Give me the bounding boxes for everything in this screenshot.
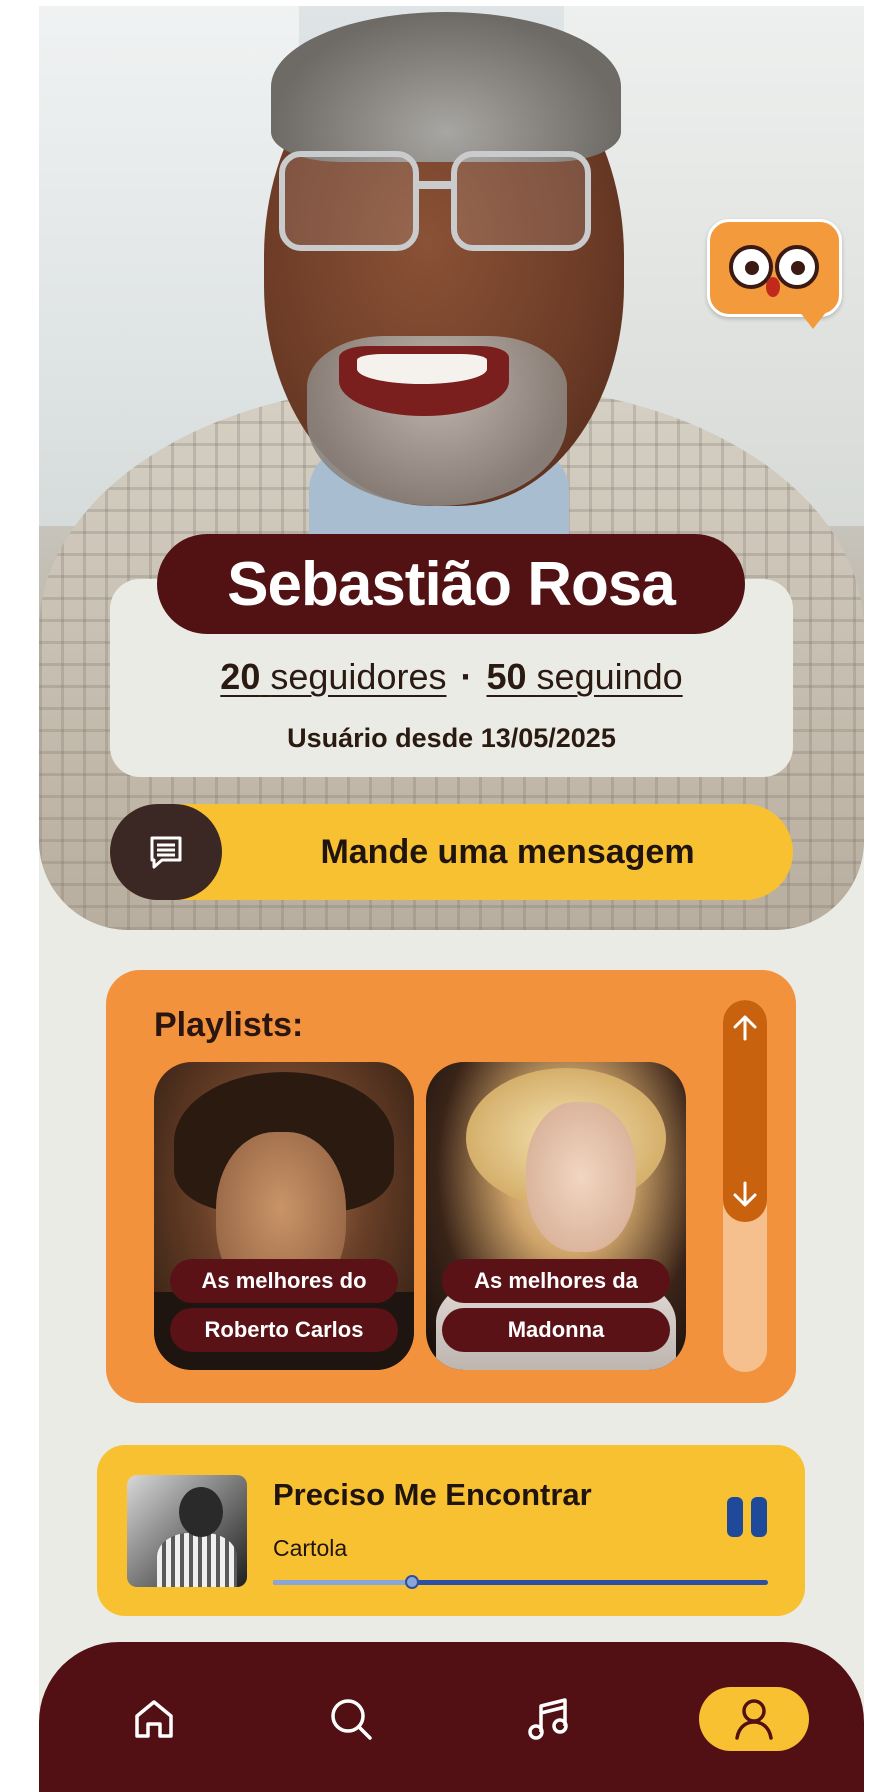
- progress-handle[interactable]: [404, 1575, 419, 1589]
- playlist-label-line2: Roberto Carlos: [170, 1308, 398, 1352]
- member-since: Usuário desde 13/05/2025: [287, 723, 616, 753]
- playlists-scrollbar[interactable]: [723, 1000, 767, 1372]
- playlist-label-line1: As melhores da: [442, 1259, 670, 1303]
- following-link[interactable]: 50 seguindo: [486, 656, 682, 697]
- nav-search[interactable]: [296, 1687, 406, 1751]
- nav-profile[interactable]: [699, 1687, 809, 1751]
- arrow-down-icon[interactable]: [723, 1172, 767, 1216]
- send-message-label[interactable]: Mande uma mensagem: [222, 804, 793, 900]
- playlist-card[interactable]: As melhores do Roberto Carlos: [154, 1062, 414, 1370]
- stats-separator: ·: [460, 656, 473, 697]
- search-icon: [331, 1699, 372, 1740]
- progress-fill: [273, 1580, 412, 1585]
- playlists-title: Playlists:: [154, 1006, 304, 1044]
- track-title: Preciso Me Encontrar: [273, 1477, 592, 1512]
- pause-icon[interactable]: [727, 1497, 767, 1537]
- profile-icon: [735, 1699, 773, 1740]
- followers-count: 20: [220, 656, 261, 697]
- playlist-label-line2: Madonna: [442, 1308, 670, 1352]
- nav-home[interactable]: [99, 1687, 209, 1751]
- follow-stats: 20 seguidores · 50 seguindo: [110, 656, 793, 698]
- playlist-card[interactable]: As melhores da Madonna: [426, 1062, 686, 1370]
- progress-bar[interactable]: [273, 1575, 768, 1589]
- music-icon: [528, 1698, 568, 1740]
- track-artist: Cartola: [273, 1535, 348, 1561]
- bottom-navigation: [39, 1642, 864, 1792]
- followers-label: seguidores: [270, 656, 447, 697]
- now-playing-bar[interactable]: Preciso Me Encontrar Cartola: [97, 1445, 805, 1616]
- profile-name: Sebastião Rosa: [157, 534, 745, 634]
- home-icon: [135, 1700, 173, 1738]
- profile-cover-photo: [39, 6, 864, 930]
- playlists-section: Playlists: As melhores do Roberto Carlos…: [106, 970, 796, 1403]
- arrow-up-icon[interactable]: [723, 1006, 767, 1050]
- playlist-label-line1: As melhores do: [170, 1259, 398, 1303]
- nav-music[interactable]: [494, 1687, 604, 1751]
- followers-link[interactable]: 20 seguidores: [220, 656, 446, 697]
- following-count: 50: [486, 656, 527, 697]
- album-art: [127, 1475, 247, 1587]
- following-label: seguindo: [536, 656, 683, 697]
- message-icon[interactable]: [110, 804, 222, 900]
- assistant-mascot-button[interactable]: [707, 219, 842, 329]
- app-screen: Sebastião Rosa 20 seguidores · 50 seguindo…: [39, 6, 864, 1792]
